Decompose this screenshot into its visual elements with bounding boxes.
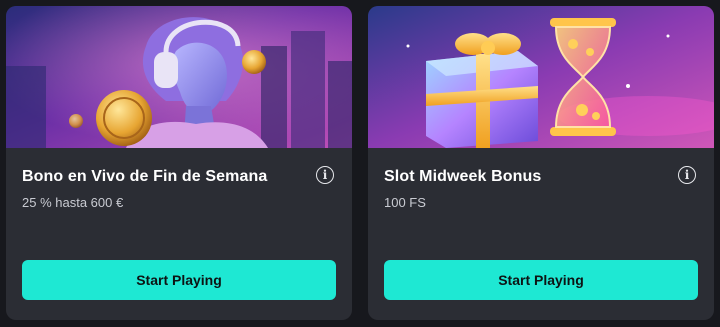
promotions-grid: Bono en Vivo de Fin de Semana 25 % hasta… xyxy=(0,0,720,327)
promo-subtitle: 100 FS xyxy=(384,195,426,210)
start-playing-button[interactable]: Start Playing xyxy=(384,260,698,300)
goddess-illustration xyxy=(6,6,352,148)
promo-card-slot-midweek-bonus: Slot Midweek Bonus 100 FS i Start Playin… xyxy=(368,6,714,320)
promo-subtitle: 25 % hasta 600 € xyxy=(22,195,124,210)
promo-banner-image xyxy=(368,6,714,148)
info-icon[interactable]: i xyxy=(316,166,334,184)
promo-banner-image xyxy=(6,6,352,148)
gift-and-hourglass-illustration xyxy=(368,6,714,148)
promo-title: Bono en Vivo de Fin de Semana xyxy=(22,168,268,185)
promo-title: Slot Midweek Bonus xyxy=(384,168,542,185)
start-playing-button[interactable]: Start Playing xyxy=(22,260,336,300)
info-icon[interactable]: i xyxy=(678,166,696,184)
promo-card-weekend-live-bonus: Bono en Vivo de Fin de Semana 25 % hasta… xyxy=(6,6,352,320)
